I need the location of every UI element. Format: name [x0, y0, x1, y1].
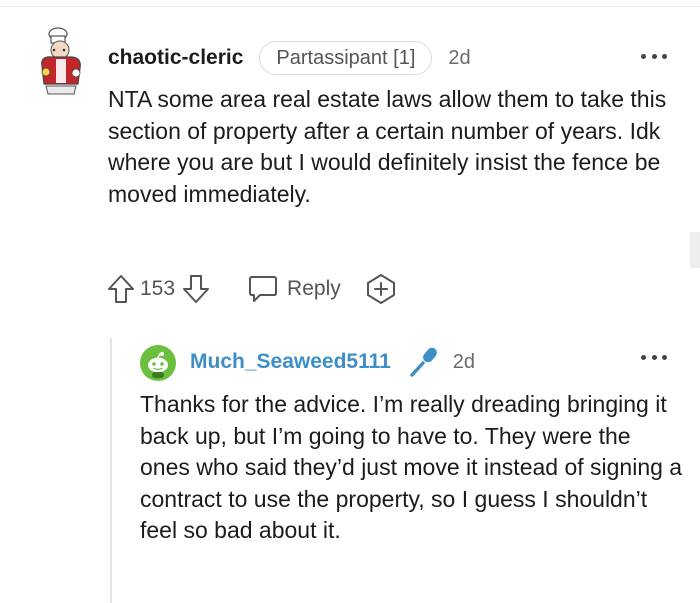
scrollbar-stub[interactable]: [690, 232, 700, 268]
reply-button[interactable]: Reply: [247, 274, 341, 304]
more-options-button[interactable]: [641, 52, 667, 60]
thread-line[interactable]: [110, 338, 112, 603]
username[interactable]: chaotic-cleric: [108, 46, 243, 70]
comment-body: NTA some area real estate laws allow the…: [108, 86, 667, 207]
timestamp: 2d: [452, 350, 476, 373]
downvote-arrow-icon[interactable]: [181, 273, 211, 305]
chef-avatar-icon: [41, 27, 81, 95]
award-button[interactable]: [365, 273, 397, 305]
reply-label: Reply: [287, 277, 341, 300]
dot: [641, 354, 646, 360]
reply-header: Much_Seaweed5111 2d: [190, 344, 475, 380]
microphone-icon: [407, 345, 441, 379]
dot: [662, 53, 667, 59]
dot: [662, 354, 667, 360]
award-plus-icon: [366, 274, 395, 304]
avatar[interactable]: [140, 345, 176, 381]
timestamp: 2d: [448, 46, 471, 69]
username[interactable]: Much_Seaweed5111: [190, 350, 391, 374]
dot: [641, 53, 646, 59]
comment-actions: 153 Reply: [106, 270, 397, 308]
dot: [651, 53, 657, 59]
more-options-button[interactable]: [641, 353, 667, 361]
speech-bubble-icon: [247, 274, 279, 304]
snoo-avatar-icon: [140, 345, 176, 381]
reply-body: Thanks for the advice. I’m really dreadi…: [140, 391, 683, 543]
user-flair: Partassipant [1]: [259, 41, 433, 75]
vote-score: 153: [140, 277, 176, 300]
dot: [651, 354, 657, 360]
avatar[interactable]: [30, 26, 92, 96]
top-divider: [0, 6, 700, 7]
comment-header: chaotic-cleric Partassipant [1] 2d: [108, 40, 471, 76]
upvote-arrow-icon[interactable]: [106, 273, 136, 305]
